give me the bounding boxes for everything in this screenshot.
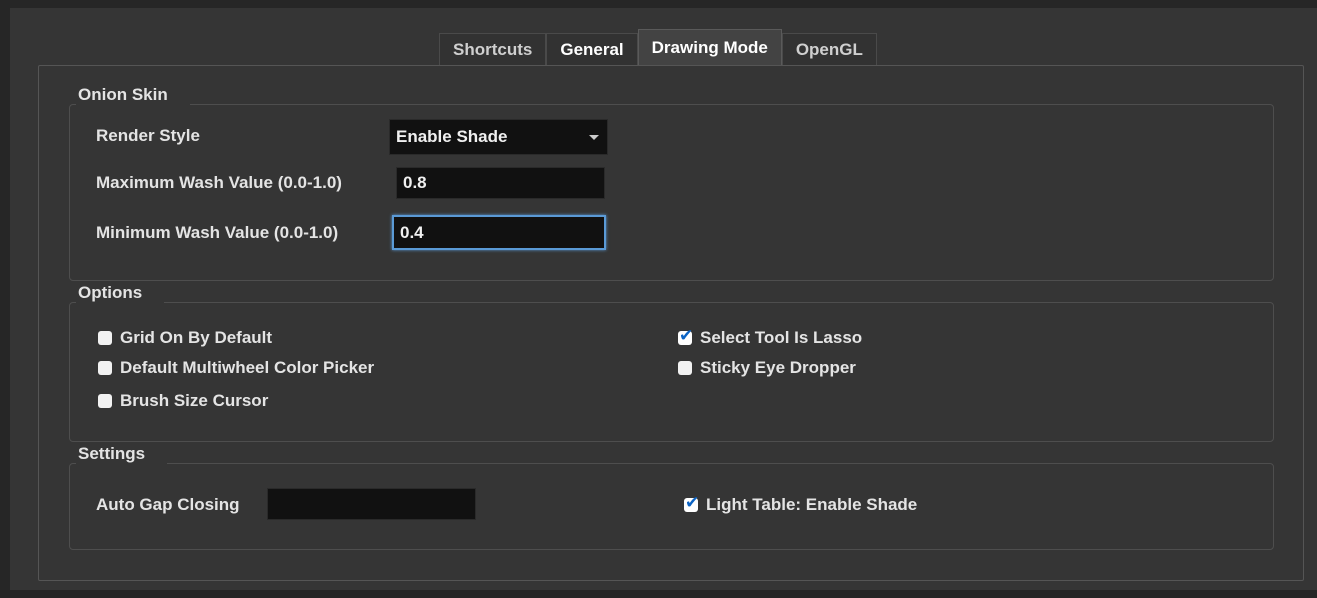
tab-general[interactable]: General <box>546 33 638 66</box>
tab-drawing-mode[interactable]: Drawing Mode <box>637 29 782 66</box>
options-title: Options <box>76 283 165 305</box>
max-wash-input[interactable]: 0.8 <box>396 167 605 199</box>
tab-bar: Shortcuts General Drawing Mode OpenGL <box>439 29 877 66</box>
grid-on-checkbox[interactable]: Grid On By Default <box>98 328 272 348</box>
sticky-eye-dropper-checkbox[interactable]: Sticky Eye Dropper <box>678 358 856 378</box>
checkbox-icon <box>98 361 112 375</box>
checkbox-icon <box>98 331 112 345</box>
settings-title: Settings <box>76 444 168 466</box>
checkbox-checked-icon: ✔ <box>684 493 700 512</box>
checkbox-icon <box>678 361 692 375</box>
onion-skin-title: Onion Skin <box>76 85 190 107</box>
onion-skin-group: Onion Skin Render Style Enable Shade Max… <box>69 85 1274 281</box>
auto-gap-label: Auto Gap Closing <box>96 495 240 514</box>
multiwheel-picker-checkbox[interactable]: Default Multiwheel Color Picker <box>98 358 374 378</box>
light-table-shade-checkbox[interactable]: ✔ Light Table: Enable Shade <box>684 493 917 515</box>
chevron-down-icon <box>589 134 599 140</box>
settings-group: Settings Auto Gap Closing ✔ Light Table:… <box>69 444 1274 550</box>
checkbox-checked-icon: ✔ <box>678 326 694 345</box>
checkbox-icon <box>98 394 112 408</box>
min-wash-label: Minimum Wash Value (0.0-1.0) <box>96 223 339 242</box>
brush-size-cursor-checkbox[interactable]: Brush Size Cursor <box>98 391 268 411</box>
min-wash-input[interactable]: 0.4 <box>392 215 606 250</box>
preferences-window: Shortcuts General Drawing Mode OpenGL On… <box>10 8 1317 590</box>
select-tool-lasso-checkbox[interactable]: ✔ Select Tool Is Lasso <box>678 326 862 348</box>
max-wash-label: Maximum Wash Value (0.0-1.0) <box>96 173 342 192</box>
tab-shortcuts[interactable]: Shortcuts <box>439 33 547 66</box>
tab-opengl[interactable]: OpenGL <box>781 33 877 66</box>
render-style-value: Enable Shade <box>396 127 508 146</box>
render-style-select[interactable]: Enable Shade <box>389 119 608 155</box>
auto-gap-input[interactable] <box>267 488 476 520</box>
drawing-mode-pane: Onion Skin Render Style Enable Shade Max… <box>38 65 1304 581</box>
options-group: Options Grid On By Default Default Multi… <box>69 283 1274 442</box>
render-style-label: Render Style <box>96 126 200 145</box>
